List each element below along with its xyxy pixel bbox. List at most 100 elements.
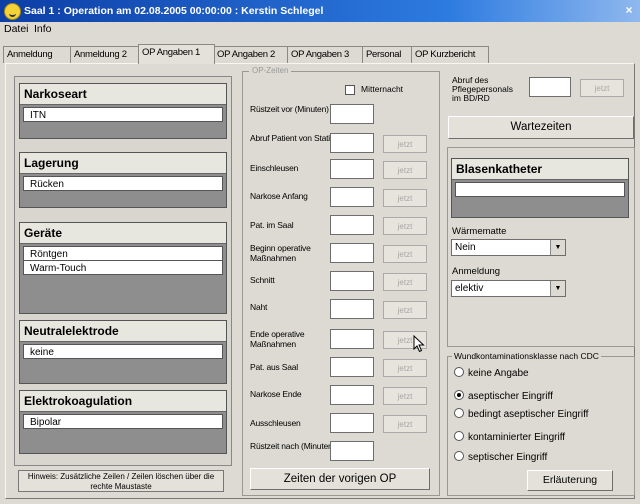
label-pat-aus-saal: Pat. aus Saal [250,362,298,372]
op-zeiten-legend: OP-Zeiten [249,66,292,75]
label-ruestzeit-vor: Rüstzeit vor (Minuten) [250,104,329,114]
input-einschleusen[interactable] [330,159,374,179]
radio-aseptischer-eingriff[interactable]: aseptischer Eingriff [454,390,553,403]
radio-kontaminierter-eingriff[interactable]: kontaminierter Eingriff [454,431,565,444]
chevron-down-icon[interactable]: ▼ [550,281,565,296]
label-narkose-anfang: Narkose Anfang [250,191,308,201]
zeiten-der-vorigen-op-button[interactable]: Zeiten der vorigen OP [250,468,430,490]
input-ruestzeit-vor[interactable] [330,104,374,124]
chevron-down-icon[interactable]: ▼ [550,240,565,255]
abruf-pflegepersonal-input[interactable] [529,77,571,97]
blasenkatheter-input[interactable] [455,182,625,197]
label-pat-im-saal: Pat. im Saal [250,220,294,230]
radio-dot[interactable] [454,367,464,377]
jetzt-button[interactable]: jetzt [383,273,427,291]
radio-septischer-eingriff[interactable]: septischer Eingriff [454,451,547,464]
application-window: Saal 1 : Operation am 02.08.2005 00:00:0… [0,0,640,504]
radio-label: kontaminierter Eingriff [468,432,566,443]
radio-label: bedingt aseptischer Eingriff [468,409,589,420]
tab-anmeldung[interactable]: Anmeldung [3,46,72,63]
menu-datei[interactable]: Datei [4,23,29,35]
tab-anmeldung-2[interactable]: Anmeldung 2 [70,46,141,63]
close-icon[interactable]: × [622,3,636,17]
radio-dot[interactable] [454,408,464,418]
list-item[interactable]: Rücken [23,176,223,191]
mitternacht-label: Mitternacht [361,84,404,94]
jetzt-button[interactable]: jetzt [383,217,427,235]
radio-bedingt-aseptischer-eingriff[interactable]: bedingt aseptischer Eingriff [454,408,588,421]
radio-dot[interactable] [454,431,464,441]
label-naht: Naht [250,302,268,312]
group-lagerung: Lagerung Rücken [19,152,227,208]
list-item[interactable]: keine [23,344,223,359]
input-beginn-operative-massnahmen[interactable] [330,243,374,263]
list-item[interactable]: ITN [23,107,223,122]
wundkontaminationsklasse-legend: Wundkontaminationsklasse nach CDC [452,351,601,361]
waermematte-value: Nein [455,242,476,253]
label-einschleusen: Einschleusen [250,163,299,173]
wartezeiten-button[interactable]: Wartezeiten [448,116,634,139]
input-ruestzeit-nach[interactable] [330,441,374,461]
input-ende-operative-massnahmen[interactable] [330,329,374,349]
input-narkose-ende[interactable] [330,385,374,405]
input-naht[interactable] [330,299,374,319]
erlaeuterung-button[interactable]: Erläuterung [527,470,613,491]
tab-op-angaben-1[interactable]: OP Angaben 1 [138,44,215,64]
radio-label: keine Angabe [468,368,529,379]
jetzt-button[interactable]: jetzt [383,359,427,377]
input-schnitt[interactable] [330,271,374,291]
group-neutralelektrode: Neutralelektrode keine [19,320,227,384]
tab-personal[interactable]: Personal [362,46,413,63]
group-geraete: Geräte Röntgen Warm-Touch [19,222,227,314]
label-narkose-ende: Narkose Ende [250,389,302,399]
mitternacht-checkbox[interactable] [345,85,355,95]
jetzt-button[interactable]: jetzt [580,79,624,97]
anmeldung-select[interactable]: elektiv ▼ [451,280,566,297]
radio-dot-selected[interactable] [454,390,464,400]
radio-label: aseptischer Eingriff [468,391,553,402]
list-item[interactable]: Warm-Touch [23,260,223,275]
group-title: Elektrokoagulation [20,391,226,412]
input-ausschleusen[interactable] [330,413,374,433]
menu-info[interactable]: Info [34,23,52,35]
group-elektrokoagulation: Elektrokoagulation Bipolar [19,390,227,454]
input-pat-aus-saal[interactable] [330,357,374,377]
jetzt-button[interactable]: jetzt [383,161,427,179]
waermematte-label: Wärmematte [452,226,507,237]
tab-op-angaben-3[interactable]: OP Angaben 3 [287,46,364,63]
waermematte-select[interactable]: Nein ▼ [451,239,566,256]
radio-dot[interactable] [454,451,464,461]
input-abruf-patient[interactable] [330,133,374,153]
group-title: Neutralelektrode [20,321,226,342]
list-item[interactable]: Bipolar [23,414,223,429]
anmeldung-label: Anmeldung [452,266,501,277]
jetzt-button[interactable]: jetzt [383,415,427,433]
list-item[interactable]: Röntgen [23,246,223,261]
jetzt-button[interactable]: jetzt [383,189,427,207]
anmeldung-value: elektiv [455,283,484,294]
group-blasenkatheter: Blasenkatheter [451,158,629,218]
menu-bar: Datei Info [0,22,640,38]
jetzt-button[interactable]: jetzt [383,135,427,153]
abruf-pflegepersonal-label: Abruf des Pflegepersonals im BD/RD [452,75,513,103]
input-narkose-anfang[interactable] [330,187,374,207]
mouse-pointer-icon [413,335,425,353]
tab-op-kurzbericht[interactable]: OP Kurzbericht [411,46,489,63]
radio-keine-angabe[interactable]: keine Angabe [454,367,529,380]
group-title: Lagerung [20,153,226,174]
radio-label: septischer Eingriff [468,452,548,463]
label-ausschleusen: Ausschleusen [250,418,301,428]
title-bar: Saal 1 : Operation am 02.08.2005 00:00:0… [0,0,640,22]
label-ruestzeit-nach: Rüstzeit nach (Minuten) [250,441,336,451]
app-smiley-icon [4,3,21,20]
jetzt-button[interactable]: jetzt [383,245,427,263]
label-schnitt: Schnitt [250,275,275,285]
label-ende-operative-massnahmen: Ende operative Maßnahmen [250,329,305,349]
group-title: Blasenkatheter [452,159,628,180]
jetzt-button[interactable]: jetzt [383,301,427,319]
jetzt-button[interactable]: jetzt [383,387,427,405]
window-title: Saal 1 : Operation am 02.08.2005 00:00:0… [24,5,324,17]
hint-text: Hinweis: Zusätzliche Zeilen / Zeilen lös… [18,470,224,492]
input-pat-im-saal[interactable] [330,215,374,235]
tab-op-angaben-2[interactable]: OP Angaben 2 [213,46,290,63]
